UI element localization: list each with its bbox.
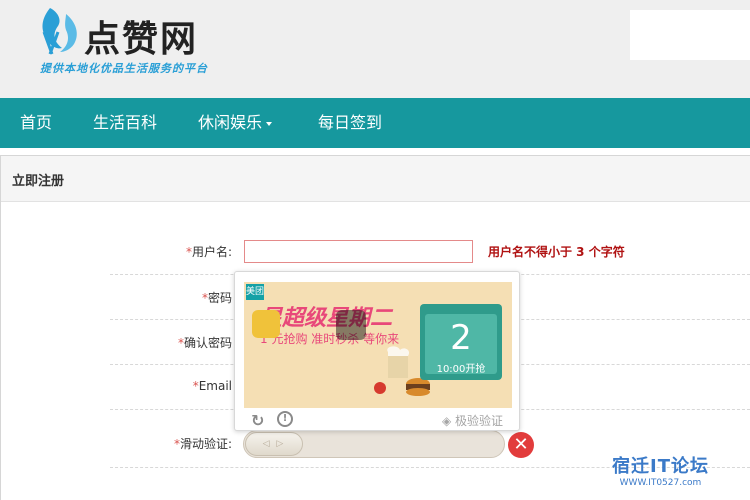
registration-page: 点赞网 提供本地化优品生活服务的平台 首页 生活百科 休闲娱乐 每日签到 立即注… <box>0 0 750 500</box>
grip-icon: ◁ ▷ <box>262 439 286 449</box>
main-nav: 首页 生活百科 休闲娱乐 每日签到 <box>0 98 750 148</box>
username-error: 用户名不得小于 3 个字符 <box>488 245 625 259</box>
confirm-label-text: 确认密码 <box>183 336 232 350</box>
geetest-logo-icon: ◈ <box>441 414 455 428</box>
site-logo[interactable]: 点赞网 提供本地化优品生活服务的平台 <box>36 4 256 78</box>
geetest-brand[interactable]: ◈ 极验验证 <box>442 412 503 429</box>
confirm-password-label: *确认密码 <box>102 334 232 351</box>
email-label: *Email <box>102 379 232 393</box>
caret-down-icon <box>266 121 273 126</box>
nav-item-label: 生活百科 <box>93 113 158 132</box>
watermark-title: 宿迁IT论坛 <box>612 456 709 477</box>
refresh-icon[interactable]: ↻ <box>249 411 265 429</box>
captcha-footer: ↻ ! ◈ 极验验证 <box>235 408 519 432</box>
slider-verify-track: ◁ ▷ <box>243 430 505 458</box>
geetest-brand-text: 极验验证 <box>454 414 503 428</box>
calendar-face: 2 10:00开抢 <box>425 314 497 375</box>
captcha-puzzle-image: 美团 星超级星期二 1 元抢购 准时秒杀 等你来 2 10:00开抢 <box>244 282 512 408</box>
captcha-popup: 美团 星超级星期二 1 元抢购 准时秒杀 等你来 2 10:00开抢 ↻ ! ◈… <box>234 271 520 431</box>
help-icon[interactable]: ! <box>277 411 293 427</box>
site-header: 点赞网 提供本地化优品生活服务的平台 <box>0 0 750 98</box>
username-label: *用户名: <box>102 243 232 260</box>
calendar-time: 10:00开抢 <box>436 364 486 375</box>
username-input[interactable] <box>244 240 473 263</box>
nav-item-home[interactable]: 首页 <box>20 98 52 148</box>
nav-item-life-wiki[interactable]: 生活百科 <box>93 98 157 148</box>
password-label-text: 密码 <box>207 291 232 305</box>
nav-item-label: 每日签到 <box>318 113 383 132</box>
email-label-text: Email <box>198 379 232 393</box>
logo-slogan: 提供本地化优品生活服务的平台 <box>40 62 208 75</box>
calendar-day: 2 <box>450 318 472 358</box>
puzzle-gap <box>336 310 366 340</box>
flame-logo-icon <box>42 8 77 55</box>
calendar-graphic: 2 10:00开抢 <box>420 304 502 380</box>
nav-item-label: 休闲娱乐 <box>198 113 263 132</box>
panel-header: 立即注册 <box>1 156 750 202</box>
nav-item-label: 首页 <box>20 113 53 132</box>
promo-tag: 美团 <box>246 284 264 300</box>
header-blank-box <box>630 10 750 60</box>
watermark-url: WWW.IT0527.com <box>619 478 702 488</box>
site-watermark: 宿迁IT论坛 WWW.IT0527.com <box>612 452 709 488</box>
puzzle-piece <box>252 310 280 338</box>
username-label-text: 用户名: <box>191 245 232 259</box>
nav-item-leisure[interactable]: 休闲娱乐 <box>198 98 273 148</box>
password-label: *密码 <box>102 289 232 306</box>
nav-item-daily-checkin[interactable]: 每日签到 <box>318 98 382 148</box>
slider-verify-label: *滑动验证: <box>102 435 232 452</box>
logo-text: 点赞网 <box>84 18 199 60</box>
panel-title: 立即注册 <box>12 174 65 189</box>
slider-label-text: 滑动验证: <box>179 437 232 451</box>
slider-handle[interactable]: ◁ ▷ <box>245 432 303 456</box>
verify-failed-icon: ✕ <box>508 432 534 458</box>
